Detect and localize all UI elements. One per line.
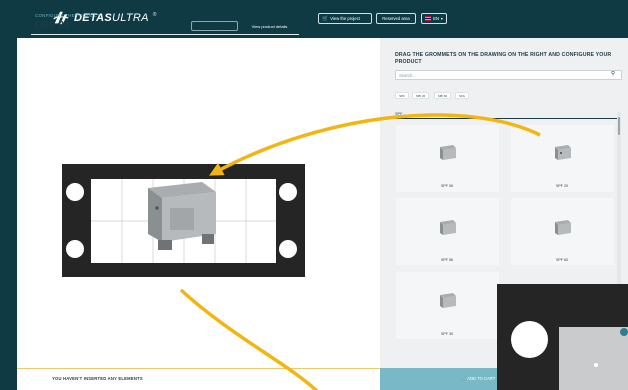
category-heading: SPF: [395, 112, 403, 116]
zoom-badge-icon: [620, 328, 628, 336]
grommet-thumbnail: [440, 293, 456, 308]
scrollbar-thumb[interactable]: [618, 117, 620, 135]
product-label: SPF 56: [441, 258, 453, 262]
divider: [31, 34, 299, 35]
configure-label: CONFIGURE THE PRODUCT: [35, 13, 100, 18]
product-drawing[interactable]: [62, 164, 305, 277]
product-card[interactable]: [396, 125, 499, 192]
mounting-hole: [279, 183, 297, 201]
filter-chip-spf60[interactable]: SPF 60: [434, 92, 451, 99]
product-label: SPF 20: [556, 184, 568, 188]
language-selector[interactable]: EN ▾: [421, 13, 447, 24]
product-label: SPF 30: [441, 332, 453, 336]
status-message: YOU HAVEN'T INSERTED ANY ELEMENTS: [52, 376, 143, 381]
view-details-button[interactable]: View product details: [244, 21, 295, 31]
back-to-products-button[interactable]: < Back to products: [191, 21, 238, 31]
grommet-thumbnail: [440, 220, 456, 235]
search-input[interactable]: [395, 70, 622, 80]
chevron-down-icon: ▾: [440, 16, 443, 21]
mounting-hole: [66, 240, 84, 258]
grommet-thumbnail: [555, 220, 571, 235]
product-card[interactable]: [511, 198, 614, 265]
product-card[interactable]: [396, 198, 499, 265]
uk-flag-icon: [425, 16, 432, 21]
catalog-title: DRAG THE GROMMETS ON THE DRAWING ON THE …: [395, 52, 612, 65]
zoom-cutout: [559, 327, 628, 390]
filter-chip-spf20[interactable]: SPF 20: [412, 92, 429, 99]
search-icon[interactable]: ⚲: [611, 71, 615, 77]
trademark: ®: [152, 12, 157, 18]
view-project-button[interactable]: 🛒 View the project: [318, 13, 372, 24]
filter-chip-spf[interactable]: SPF: [395, 92, 409, 99]
status-accent-line: [17, 368, 380, 369]
filter-chip-sfg[interactable]: SFG: [455, 92, 469, 99]
search-placeholder: Search...: [399, 73, 416, 78]
zoom-marker: [594, 363, 598, 367]
add-to-cart-label: 🛒 ADD TO CART: [461, 376, 496, 381]
page-title: DES 24: [35, 20, 70, 31]
language-label: EN: [433, 16, 439, 21]
mounting-hole: [66, 183, 84, 201]
product-card[interactable]: [511, 125, 614, 192]
view-project-label: View the project: [330, 16, 360, 21]
grommet-thumbnail: [555, 145, 571, 160]
zoom-hole: [511, 321, 548, 358]
reserved-area-label: Reserved area: [382, 16, 410, 21]
category-underline: [395, 118, 617, 119]
grommet-thumbnail: [440, 145, 456, 160]
mounting-hole: [279, 240, 297, 258]
product-label: SPF 60: [556, 258, 568, 262]
cart-icon: 🛒: [322, 15, 329, 22]
product-label: SPF 06: [441, 184, 453, 188]
reserved-area-button[interactable]: Reserved area: [376, 13, 416, 24]
product-card[interactable]: [396, 272, 499, 339]
